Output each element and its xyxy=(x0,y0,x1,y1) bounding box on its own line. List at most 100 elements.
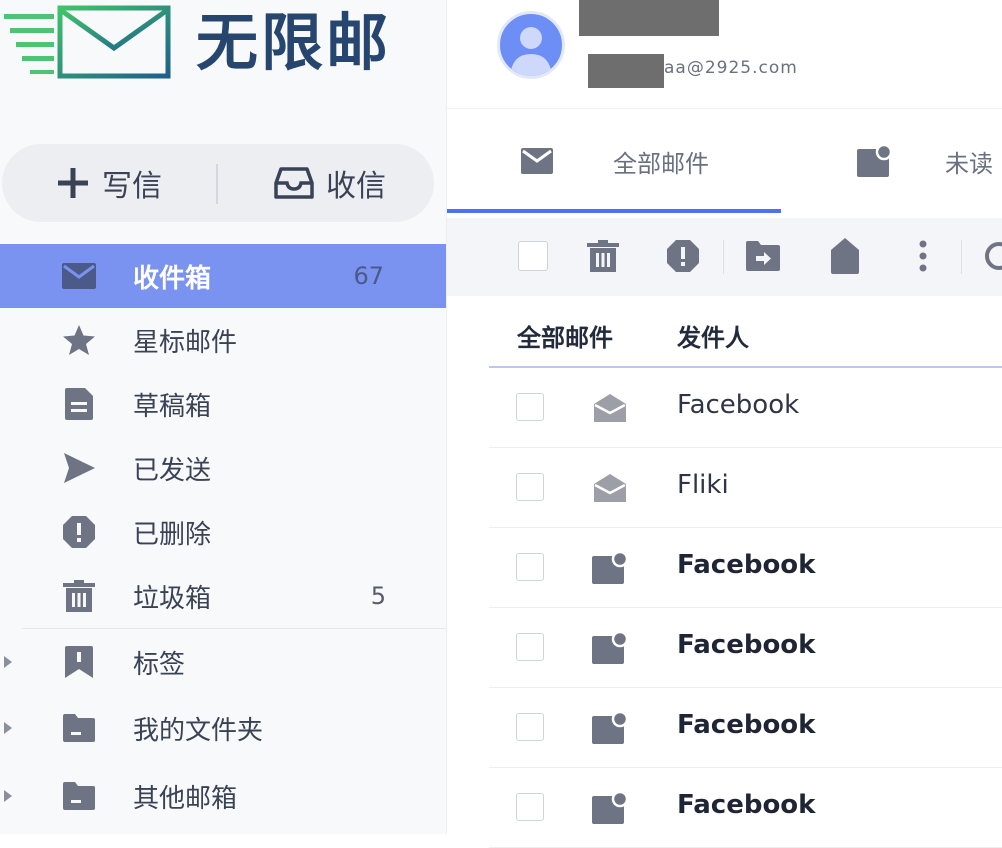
write-label: 写信 xyxy=(102,169,162,204)
sidebar-item-inbox[interactable]: 收件箱 67 xyxy=(0,244,446,308)
report-spam-button[interactable] xyxy=(663,236,703,276)
toolbar-divider xyxy=(723,240,724,274)
tab-unread[interactable]: 未读 xyxy=(857,108,993,214)
sender-name: Facebook xyxy=(677,710,816,740)
receive-button[interactable]: 收信 xyxy=(274,144,386,222)
mail-toolbar xyxy=(447,218,1002,296)
mail-row[interactable]: Facebook xyxy=(489,528,1002,608)
expand-caret-icon[interactable] xyxy=(4,790,12,802)
deleted-icon xyxy=(62,515,96,549)
sender-name: Facebook xyxy=(677,630,816,660)
send-icon xyxy=(62,451,96,485)
redacted-username xyxy=(579,0,719,36)
delete-icon xyxy=(587,240,619,272)
row-checkbox[interactable] xyxy=(516,713,544,741)
sidebar-item-label: 标签 xyxy=(133,649,186,680)
inbox-mail-icon xyxy=(62,259,96,293)
refresh-icon xyxy=(985,242,1002,270)
move-to-folder-button[interactable] xyxy=(743,236,783,276)
row-checkbox[interactable] xyxy=(516,793,544,821)
tab-label: 全部邮件 xyxy=(613,149,709,178)
logo-mail-icon xyxy=(4,5,171,79)
mail-icon xyxy=(521,148,553,174)
column-header-sender[interactable]: 发件人 xyxy=(677,318,749,353)
sidebar-item-my-folders[interactable]: 我的文件夹 xyxy=(0,696,446,760)
compose-bar: 写信 收信 xyxy=(2,144,434,222)
read-mail-icon xyxy=(592,390,628,426)
sidebar-item-label: 我的文件夹 xyxy=(133,715,264,746)
mail-row[interactable]: Facebook xyxy=(489,688,1002,768)
plus-icon xyxy=(58,168,88,198)
write-button[interactable]: 写信 xyxy=(56,144,162,222)
logo[interactable]: 无限邮 xyxy=(0,0,446,90)
user-email: aa@2925.com xyxy=(664,58,798,78)
mail-row[interactable]: Facebook xyxy=(489,368,1002,448)
sender-name: Facebook xyxy=(677,550,816,580)
mail-row[interactable]: Facebook xyxy=(489,768,1002,848)
row-checkbox[interactable] xyxy=(516,553,544,581)
user-header: aa@2925.com xyxy=(447,0,1002,109)
read-mail-icon xyxy=(592,470,628,506)
receive-label: 收信 xyxy=(326,169,386,204)
spam-icon xyxy=(667,240,699,272)
inbox-tray-icon xyxy=(274,167,314,199)
unread-mail-icon xyxy=(592,790,628,826)
row-checkbox[interactable] xyxy=(516,393,544,421)
mail-row[interactable]: Fliki xyxy=(489,448,1002,528)
sidebar-item-trash[interactable]: 垃圾箱 5 xyxy=(0,564,446,628)
user-silhouette-icon xyxy=(510,27,552,76)
draft-icon xyxy=(62,387,96,421)
folder-icon xyxy=(62,779,96,813)
select-all-checkbox[interactable] xyxy=(513,236,553,276)
compose-divider xyxy=(216,164,218,204)
avatar[interactable] xyxy=(497,11,565,79)
active-tab-indicator xyxy=(447,209,781,213)
refresh-button[interactable] xyxy=(979,236,1002,276)
sidebar-item-label: 收件箱 xyxy=(133,263,212,294)
row-checkbox[interactable] xyxy=(516,473,544,501)
sidebar-item-label: 星标邮件 xyxy=(133,327,238,358)
sidebar-item-labels[interactable]: 标签 xyxy=(0,630,446,694)
sidebar-item-label: 已删除 xyxy=(133,519,212,550)
trash-count: 5 xyxy=(370,582,386,610)
delete-button[interactable] xyxy=(583,236,623,276)
sidebar-item-label: 垃圾箱 xyxy=(133,583,212,614)
tag-button[interactable] xyxy=(825,236,865,276)
row-checkbox[interactable] xyxy=(516,633,544,661)
mail-row[interactable]: Facebook xyxy=(489,608,1002,688)
folder-icon xyxy=(62,711,96,745)
sidebar-item-label: 其他邮箱 xyxy=(133,783,238,814)
unread-mail-icon xyxy=(592,550,628,586)
mail-tabs: 全部邮件 未读 xyxy=(447,108,1002,214)
sidebar-item-other-mailboxes[interactable]: 其他邮箱 xyxy=(0,764,446,828)
sender-name: Facebook xyxy=(677,790,816,820)
mail-list-header: 全部邮件 发件人 xyxy=(489,300,1002,368)
sender-name: Fliki xyxy=(677,470,729,500)
checkbox-box xyxy=(518,241,548,271)
sidebar-item-drafts[interactable]: 草稿箱 xyxy=(0,372,446,436)
tab-all-mail[interactable]: 全部邮件 xyxy=(521,108,709,214)
sidebar-item-starred[interactable]: 星标邮件 xyxy=(0,308,446,372)
sidebar-item-label: 草稿箱 xyxy=(133,391,212,422)
unread-mail-icon xyxy=(592,630,628,666)
tab-label: 未读 xyxy=(945,149,993,178)
sidebar-item-deleted[interactable]: 已删除 xyxy=(0,500,446,564)
expand-caret-icon[interactable] xyxy=(4,722,12,734)
sidebar: 无限邮 写信 收信 收件箱 67 星标邮件 草稿箱 已发送 已删除 垃圾箱 5 … xyxy=(0,0,447,834)
unread-mail-icon xyxy=(857,145,893,177)
main-panel: aa@2925.com 全部邮件 未读 全部邮件 发件人 Facebook Fl… xyxy=(447,0,1002,848)
expand-caret-icon[interactable] xyxy=(4,656,12,668)
tag-icon xyxy=(831,238,859,274)
column-header-all-mail[interactable]: 全部邮件 xyxy=(517,318,613,353)
more-actions-button[interactable] xyxy=(903,236,943,276)
star-icon xyxy=(62,323,96,357)
sidebar-item-label: 已发送 xyxy=(133,455,212,486)
toolbar-divider xyxy=(961,240,962,274)
logo-text: 无限邮 xyxy=(196,6,392,79)
redacted-email-prefix xyxy=(588,54,664,88)
sidebar-item-sent[interactable]: 已发送 xyxy=(0,436,446,500)
unread-count: 67 xyxy=(353,262,384,290)
bookmark-icon xyxy=(62,645,96,679)
trash-icon xyxy=(62,579,96,613)
unread-mail-icon xyxy=(592,710,628,746)
